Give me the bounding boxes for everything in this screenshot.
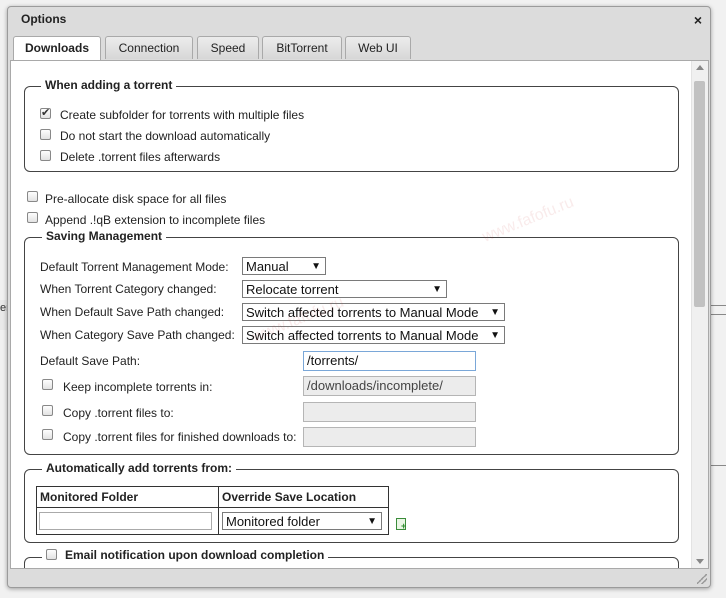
monitored-folder-input[interactable]	[39, 512, 212, 530]
dialog-title: Options	[21, 12, 67, 26]
caret-down-icon: ▼	[367, 516, 377, 527]
adding-legend: When adding a torrent	[41, 78, 177, 92]
add-folder-plus: +	[401, 521, 407, 531]
copy-torrent-label: Copy .torrent files to:	[63, 406, 174, 420]
override-cell: Monitored folder ▼	[218, 507, 389, 535]
auto-add-group: Automatically add torrents from: Monitor…	[24, 461, 679, 543]
tab-connection[interactable]: Connection	[105, 36, 193, 59]
options-dialog: Options × Downloads Connection Speed Bit…	[7, 6, 711, 588]
keep-incomplete-checkbox[interactable]	[42, 379, 53, 390]
email-notification-label: Email notification upon download complet…	[65, 548, 325, 562]
delete-torrent-label: Delete .torrent files afterwards	[60, 150, 221, 164]
category-changed-label: When Torrent Category changed:	[40, 282, 217, 296]
resize-grip-icon[interactable]	[697, 574, 707, 584]
tab-downloads[interactable]: Downloads	[13, 36, 101, 61]
create-subfolder-label: Create subfolder for torrents with multi…	[60, 108, 305, 122]
keep-incomplete-label: Keep incomplete torrents in:	[63, 380, 213, 394]
append-extension-checkbox[interactable]	[27, 212, 38, 223]
copy-torrent-checkbox[interactable]	[42, 405, 53, 416]
panel-scrollbar[interactable]	[691, 61, 708, 568]
monitored-folder-header: Monitored Folder	[36, 486, 219, 508]
default-path-changed-label: When Default Save Path changed:	[40, 305, 225, 319]
table-row: Monitored folder ▼	[36, 507, 389, 535]
monitored-folders-table: Monitored Folder Override Save Location …	[36, 486, 389, 535]
close-icon[interactable]: ×	[694, 12, 702, 28]
category-path-changed-select[interactable]: Switch affected torrents to Manual Mode ▼	[242, 326, 505, 344]
folder-cell	[36, 507, 219, 535]
save-path-label: Default Save Path:	[40, 354, 141, 368]
tab-speed[interactable]: Speed	[197, 36, 259, 59]
caret-down-icon: ▼	[490, 307, 500, 318]
prealloc-label: Pre-allocate disk space for all files	[45, 192, 227, 206]
background-divider	[710, 305, 726, 315]
tab-webui[interactable]: Web UI	[345, 36, 411, 59]
email-notification-checkbox[interactable]	[46, 549, 57, 560]
scroll-down-icon[interactable]	[696, 559, 704, 564]
background-divider-2	[710, 465, 726, 469]
no-autostart-checkbox[interactable]	[40, 129, 51, 140]
create-subfolder-checkbox[interactable]	[40, 106, 51, 119]
override-location-value: Monitored folder	[226, 514, 320, 529]
email-notification-group: Email notification upon download complet…	[24, 548, 679, 568]
override-location-header: Override Save Location	[218, 486, 389, 508]
saving-management-group: Saving Management Default Torrent Manage…	[24, 229, 679, 455]
copy-finished-checkbox[interactable]	[42, 429, 53, 440]
append-extension-label: Append .!qB extension to incomplete file…	[45, 213, 266, 227]
saving-legend: Saving Management	[42, 229, 167, 243]
scroll-up-icon[interactable]	[696, 65, 704, 70]
scroll-thumb[interactable]	[694, 81, 705, 307]
copy-finished-input[interactable]	[303, 427, 476, 447]
mode-value: Manual	[246, 259, 289, 274]
email-legend: Email notification upon download complet…	[42, 548, 329, 562]
downloads-panel: When adding a torrent Create subfolder f…	[10, 60, 709, 569]
caret-down-icon: ▼	[311, 261, 321, 272]
category-changed-select[interactable]: Relocate torrent ▼	[242, 280, 447, 298]
caret-down-icon: ▼	[490, 330, 500, 341]
category-path-changed-value: Switch affected torrents to Manual Mode	[246, 328, 479, 343]
no-autostart-label: Do not start the download automatically	[60, 129, 271, 143]
delete-torrent-checkbox[interactable]	[40, 150, 51, 161]
auto-add-legend: Automatically add torrents from:	[42, 461, 237, 475]
override-location-select[interactable]: Monitored folder ▼	[222, 512, 382, 530]
incomplete-path-input[interactable]: /downloads/incomplete/	[303, 376, 476, 396]
default-path-changed-select[interactable]: Switch affected torrents to Manual Mode ▼	[242, 303, 505, 321]
tab-bittorrent[interactable]: BitTorrent	[262, 36, 342, 59]
default-path-changed-value: Switch affected torrents to Manual Mode	[246, 305, 479, 320]
copy-torrent-input[interactable]	[303, 402, 476, 422]
mode-label: Default Torrent Management Mode:	[40, 260, 229, 274]
category-path-changed-label: When Category Save Path changed:	[40, 328, 235, 342]
add-folder-icon[interactable]: +	[396, 518, 407, 531]
prealloc-checkbox[interactable]	[27, 191, 38, 202]
adding-torrent-group: When adding a torrent Create subfolder f…	[24, 78, 679, 172]
category-changed-value: Relocate torrent	[246, 282, 339, 297]
table-header-row: Monitored Folder Override Save Location	[36, 486, 389, 508]
mode-select[interactable]: Manual ▼	[242, 257, 326, 275]
caret-down-icon: ▼	[432, 284, 442, 295]
save-path-input[interactable]: /torrents/	[303, 351, 476, 371]
copy-finished-label: Copy .torrent files for finished downloa…	[63, 430, 297, 444]
